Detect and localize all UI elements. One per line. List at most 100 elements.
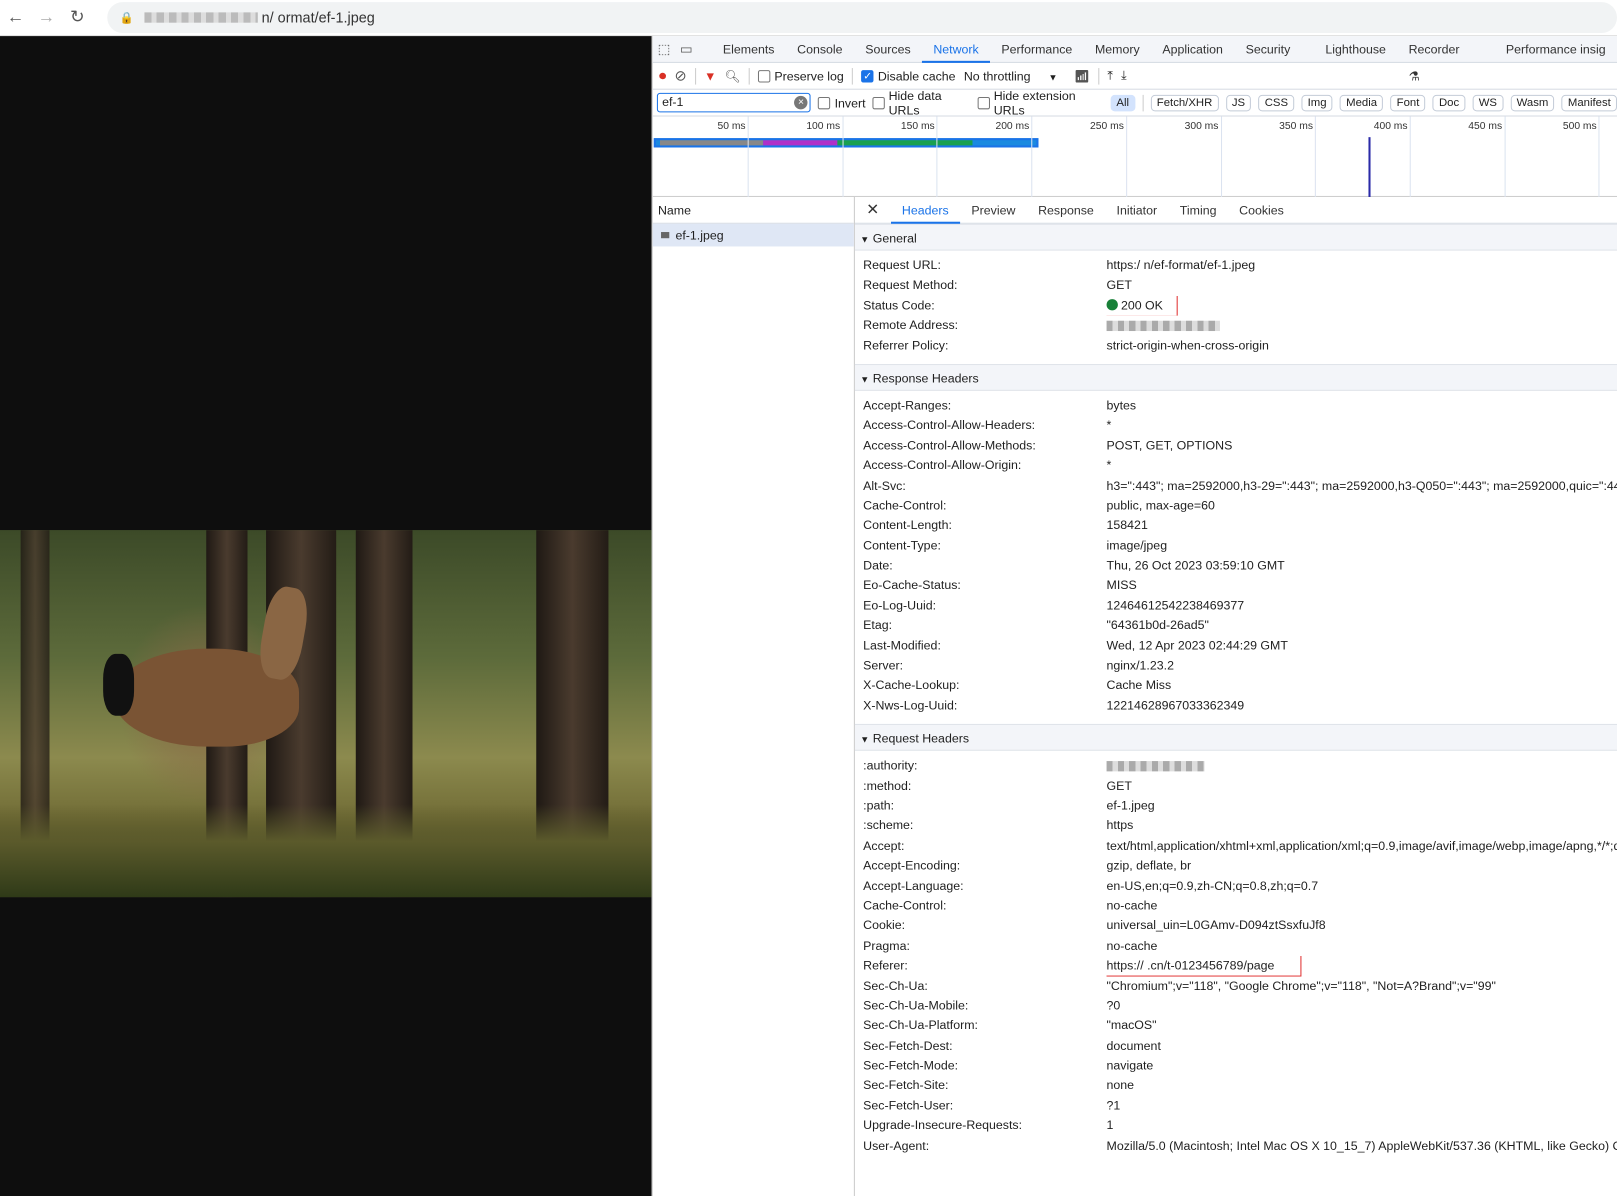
header-row: Accept-Language: en-US,en;q=0.9,zh-CN;q=0… (855, 876, 1617, 896)
type-filter-img[interactable]: Img (1301, 94, 1333, 111)
header-value-text: * (1106, 418, 1112, 433)
status-dot-icon (1106, 298, 1118, 311)
timeline-tick: 500 ms (1563, 116, 1600, 197)
header-row: Sec-Fetch-Dest: document (855, 1036, 1617, 1056)
type-filter-ws[interactable]: WS (1472, 94, 1504, 111)
header-value-text: Cache Miss (1106, 677, 1172, 693)
request-row[interactable]: ef-1.jpeg (652, 223, 854, 247)
section-general[interactable]: ▼ General (854, 223, 1617, 251)
tab-performance-insights[interactable]: Performance insig (1495, 36, 1617, 63)
tab-network[interactable]: Network (922, 36, 991, 63)
header-row: Cache-Control: public, max-age=60 (855, 496, 1617, 516)
header-value: "macOS" (1107, 1016, 1617, 1036)
import-har-icon[interactable]: ⤒ (1107, 68, 1112, 83)
tab-sources[interactable]: Sources (854, 36, 922, 63)
type-filter-doc[interactable]: Doc (1432, 94, 1466, 111)
disable-cache-checkbox[interactable]: ✓ Disable cache (861, 69, 956, 83)
type-filter-fetch[interactable]: Fetch/XHR (1150, 94, 1219, 111)
header-value-text: "macOS" (1106, 1018, 1157, 1033)
tab-lighthouse[interactable]: Lighthouse (1314, 36, 1397, 63)
header-key: :authority: (863, 758, 918, 773)
header-row: Accept-Ranges: bytes (855, 396, 1617, 416)
header-row: Content-Length: 158421 (855, 516, 1617, 536)
devtools-tabs: ⬚ ▭ Elements Console Sources Network Per… (652, 36, 1617, 83)
tab-timing[interactable]: Timing (1168, 197, 1227, 223)
header-value-text: 12214628967033362349 (1106, 697, 1245, 713)
header-value: Wed, 12 Apr 2023 02:44:29 GMT (1107, 636, 1617, 656)
type-filter-js[interactable]: JS (1225, 94, 1252, 111)
address-bar[interactable]: 🔒 n/ ormat/ef-1.jpeg (107, 2, 1617, 33)
timeline-tick: 450 ms (1468, 116, 1506, 197)
type-filter-all[interactable]: All (1110, 94, 1136, 111)
forward-icon[interactable]: → (31, 7, 62, 28)
header-key: Access-Control-Allow-Headers: (863, 418, 1036, 433)
tab-cookies[interactable]: Cookies (1228, 197, 1295, 223)
tab-recorder[interactable]: Recorder ⚗ (1397, 36, 1484, 83)
tab-response[interactable]: Response (1027, 197, 1105, 223)
header-value (1106, 316, 1617, 336)
tab-headers[interactable]: Headers (890, 197, 961, 224)
header-row: Upgrade-Insecure-Requests: 1 (855, 1116, 1617, 1136)
hide-extension-urls-checkbox[interactable]: Hide extension URLs (977, 88, 1103, 117)
device-toolbar-icon[interactable]: ▭ (675, 41, 697, 58)
export-har-icon[interactable]: ⤓ (1121, 68, 1126, 83)
preserve-log-checkbox[interactable]: Preserve log (757, 69, 844, 83)
tab-console[interactable]: Console (786, 36, 854, 63)
type-filter-font[interactable]: Font (1390, 94, 1426, 111)
search-icon[interactable]: 🔍︎ (725, 69, 741, 83)
tab-elements[interactable]: Elements (712, 36, 786, 63)
triangle-down-icon: ▼ (860, 734, 870, 745)
header-key: Content-Length: (863, 517, 952, 533)
clear-filter-icon[interactable]: × (794, 95, 808, 110)
header-value: * (1107, 456, 1617, 476)
inspect-icon[interactable]: ⬚ (653, 41, 675, 58)
header-value-text: MISS (1106, 577, 1137, 593)
reload-icon[interactable]: ↻ (62, 7, 93, 28)
header-value-text: https:// .cn/t-0123456789/page (1106, 958, 1275, 973)
tab-performance[interactable]: Performance (990, 36, 1084, 63)
close-details-icon[interactable]: ✕ (855, 197, 891, 223)
request-details: ✕ Headers Preview Response Initiator Tim… (854, 197, 1617, 1196)
triangle-down-icon: ▼ (860, 234, 870, 245)
section-response[interactable]: ▼ Response Headers (854, 363, 1617, 391)
header-value: 158421 (1107, 516, 1617, 536)
header-value: 1 (1107, 1116, 1617, 1136)
type-filter-wasm[interactable]: Wasm (1510, 94, 1555, 111)
tab-memory[interactable]: Memory (1084, 36, 1151, 63)
header-row: User-Agent: Mozilla/5.0 (Macintosh; Intel… (855, 1136, 1617, 1156)
invert-checkbox[interactable]: Invert (818, 95, 866, 110)
name-column-header[interactable]: Name (652, 197, 854, 224)
filter-icon[interactable]: ▼ (704, 69, 716, 83)
network-conditions-icon[interactable]: 📶︎ (1074, 69, 1090, 83)
header-row: Sec-Ch-Ua: "Chromium";v="118", "Google Ch… (855, 976, 1617, 996)
tab-security[interactable]: Security (1234, 36, 1301, 63)
header-value: "Chromium";v="118", "Google Chrome";v="1… (1107, 976, 1617, 996)
type-filter-media[interactable]: Media (1339, 94, 1384, 111)
tab-preview[interactable]: Preview (960, 197, 1027, 223)
header-value-text: document (1106, 1038, 1161, 1053)
tab-initiator[interactable]: Initiator (1105, 197, 1168, 223)
header-value-text: Thu, 26 Oct 2023 03:59:10 GMT (1106, 557, 1285, 573)
timeline-overview[interactable]: 50 ms 100 ms 150 ms 200 ms 250 ms 300 ms 350 m… (652, 116, 1617, 197)
type-filter-css[interactable]: CSS (1258, 94, 1295, 111)
header-value-text: 200 OK (1120, 297, 1163, 313)
header-key: :path: (863, 798, 895, 813)
header-value-text: bytes (1106, 398, 1137, 413)
redacted-value (1106, 320, 1220, 332)
back-icon[interactable]: ← (0, 7, 31, 28)
throttling-select[interactable]: No throttling ▼ (964, 69, 1058, 83)
header-value: universal_uin=L0GAmv-D094ztSsxfuJf8 (1107, 916, 1617, 936)
section-request[interactable]: ▼ Request Headers (854, 724, 1617, 751)
hide-data-urls-checkbox[interactable]: Hide data URLs (872, 88, 971, 117)
header-row: Cache-Control: no-cache (855, 896, 1617, 916)
tick-label: 250 ms (1090, 120, 1124, 132)
header-key: Status Code: (863, 297, 935, 313)
tab-application[interactable]: Application (1151, 36, 1234, 63)
clear-icon[interactable]: ⊘ (674, 67, 686, 85)
type-filter-manifest[interactable]: Manifest (1561, 94, 1617, 111)
header-value-text: no-cache (1106, 898, 1158, 913)
record-stop-icon[interactable]: ⏺ (659, 67, 666, 85)
filter-input[interactable]: ef-1 × (656, 92, 811, 113)
request-list: Name ef-1.jpeg (652, 196, 855, 1196)
header-value-text: ?1 (1106, 1098, 1121, 1113)
